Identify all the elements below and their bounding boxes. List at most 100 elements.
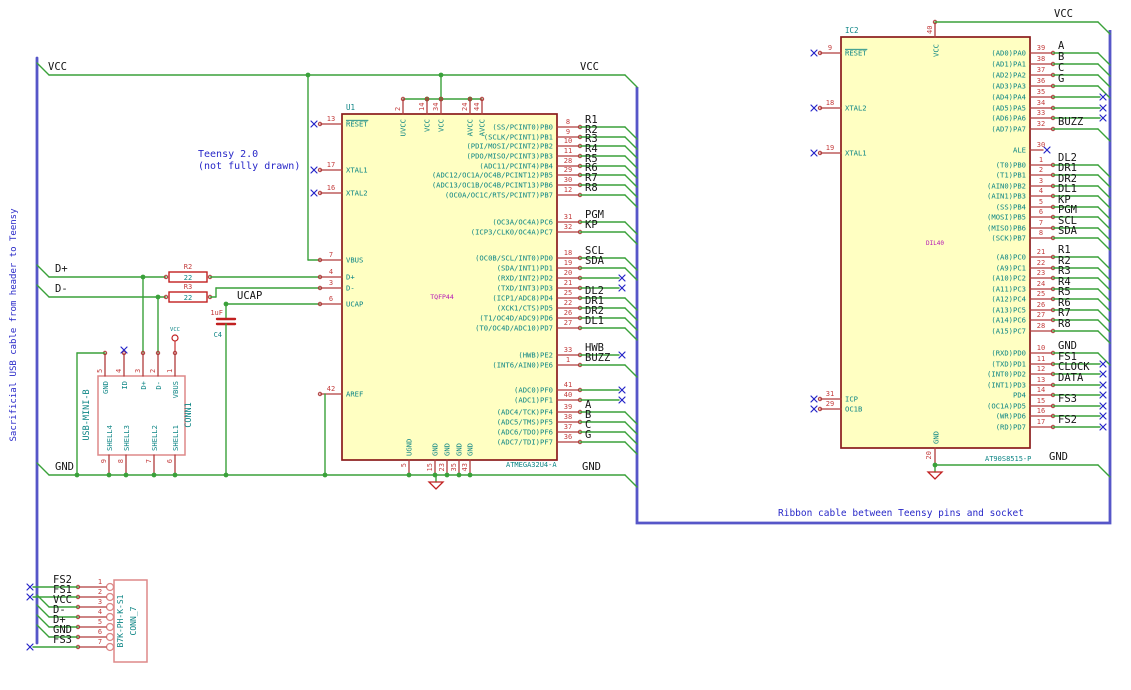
- ic2-pin-number: 19: [826, 144, 834, 152]
- ic2-pin-number: 22: [1037, 259, 1045, 267]
- ic2-pin-number: 4: [1039, 187, 1043, 195]
- net-label-r8: R8: [1058, 318, 1071, 330]
- u1-pin-name: VBUS: [346, 256, 363, 265]
- ic2-pin-number: 3: [1039, 177, 1043, 185]
- u1-pin-name: (SS/PCINT0)PB0: [492, 123, 553, 132]
- ic2-pin-name: (A14)PC6: [991, 316, 1026, 325]
- net-label-gnd: GND: [582, 461, 601, 473]
- ic2-pin-name: OC1B: [845, 405, 862, 414]
- u1-pin-name: (HWB)PE2: [518, 351, 553, 360]
- u1-pin-number: 25: [564, 289, 572, 297]
- u1-pin-name: (RXD/INT2)PD2: [497, 274, 553, 283]
- r3-ref: R3: [184, 283, 192, 291]
- ic2-pin-number: 23: [1037, 269, 1045, 277]
- junction-dot: [467, 472, 473, 478]
- ic2-pin-number: 40: [926, 26, 934, 34]
- junction-dot: [444, 472, 450, 478]
- u1-pin-name: (ADC1)PF1: [514, 396, 553, 405]
- ic2-pin-number: 14: [1037, 386, 1045, 394]
- u1-pin-name: (SDA/INT1)PD1: [497, 264, 553, 273]
- net-label-buzz: BUZZ: [1058, 116, 1083, 128]
- u1-pin-name: UVCC: [399, 119, 408, 136]
- ic2-pin-number: 5: [1039, 198, 1043, 206]
- u1-pin-number: 44: [473, 103, 481, 111]
- u1-pin-number: 6: [329, 295, 333, 303]
- u1-pin-name: (SCLK/PCINT1)PB1: [484, 133, 553, 142]
- ic2-pin-number: 6: [1039, 208, 1043, 216]
- ic2-pin-number: 38: [1037, 55, 1045, 63]
- conn7-ref: CONN_7: [129, 606, 138, 635]
- ic2-pin-name: (INT1)PD3: [987, 381, 1026, 390]
- u1-pin-name: (ADC13/OC1B/OC4B/PCINT13)PB6: [432, 181, 553, 190]
- u1-pin-name: (ADC6/TDO)PF6: [497, 428, 553, 437]
- r2-value: 22: [184, 274, 192, 282]
- net-label-data: DATA: [1058, 372, 1084, 384]
- u1-pin-number: 26: [564, 309, 572, 317]
- ic2-pin-name: (AD7)PA7: [991, 125, 1026, 134]
- ic2-pin-number: 8: [1039, 229, 1043, 237]
- schematic-page: VCC VCC D+ D- R2 22 R3 22 UCAP 1uF C4 VCC USB-MINI-B…: [0, 0, 1131, 690]
- net-label-fs3: FS3: [53, 634, 72, 646]
- ic2-pin-number: 18: [826, 99, 834, 107]
- u1-pin-name: (ADC7/TDI)PF7: [497, 438, 553, 447]
- u1-pin-name: XTAL1: [346, 166, 368, 175]
- u1-pin-name: (OC3A/OC4A)PC6: [492, 218, 553, 227]
- conn7-pin-number: 7: [98, 638, 102, 646]
- u1-pin-name: (T0/OC4D/ADC10)PD7: [475, 324, 553, 333]
- note-teensy: (not fully drawn): [198, 161, 300, 172]
- ic2-pin-number: 12: [1037, 365, 1045, 373]
- u1-pin-name: (OC0A/OC1C/RTS/PCINT7)PB7: [445, 191, 553, 200]
- ic2-pin-number: 21: [1037, 248, 1045, 256]
- u1-pin-number: 8: [566, 118, 570, 126]
- ic2-pin-name: (RXD)PD0: [991, 349, 1026, 358]
- u1-pin-number: 31: [564, 213, 572, 221]
- ic2-pin-number: 16: [1037, 407, 1045, 415]
- ic2-pin-name: RESET: [845, 49, 867, 58]
- con1-pin-name: SHELL1: [171, 425, 180, 451]
- u1-pin-name: (TXD/INT3)PD3: [497, 284, 553, 293]
- ic2-pin-name: (AIN1)PB3: [987, 192, 1026, 201]
- u1-pin-name: (OC0B/SCL/INT0)PD0: [475, 254, 553, 263]
- u1-pin-name: XTAL2: [346, 189, 368, 198]
- u1-pin-number: 9: [566, 128, 570, 136]
- ic2-pin-name: (A11)PC3: [991, 285, 1026, 294]
- conn7-pin-number: 5: [98, 618, 102, 626]
- note-usb-cable: Sacrificial USB cable from header to Tee…: [9, 208, 19, 442]
- ic2-pin-number: 15: [1037, 397, 1045, 405]
- ic2-pin-number: 2: [1039, 166, 1043, 174]
- u1-pin-number: 36: [564, 433, 572, 441]
- net-label-dl1: DL1: [585, 315, 604, 327]
- ic2-pin-name: ALE: [1013, 146, 1026, 155]
- net-label-fs3: FS3: [1058, 393, 1077, 405]
- u1-pin-number: 37: [564, 423, 572, 431]
- net-label-gnd: GND: [55, 461, 74, 473]
- net-label-vcc: VCC: [1054, 8, 1073, 20]
- ic2-pin-number: 31: [826, 390, 834, 398]
- u1-pin-number: 21: [564, 279, 572, 287]
- ic2-pin-name: XTAL2: [845, 104, 867, 113]
- u1-pin-number: 29: [564, 166, 572, 174]
- con1-pin-number: 7: [145, 459, 153, 463]
- ic2-pin-number: 39: [1037, 44, 1045, 52]
- ic2-pin-name: (AD2)PA2: [991, 71, 1026, 80]
- note-teensy: Teensy 2.0: [198, 149, 258, 160]
- ic2-pin-name: (MISO)PB6: [987, 224, 1026, 233]
- conn7-pin-number: 6: [98, 628, 102, 636]
- u1-pin-name: (ADC11/PCINT4)PB4: [479, 162, 553, 171]
- u1-pin-name: UCAP: [346, 300, 363, 309]
- net-label-gnd: GND: [1049, 451, 1068, 463]
- ic2-pin-name: (SCK)PB7: [991, 234, 1026, 243]
- con1-pin-number: 8: [117, 459, 125, 463]
- u1-pin-number: 2: [394, 107, 402, 111]
- r2-ref: R2: [184, 263, 192, 271]
- ic2-pin-number: 17: [1037, 418, 1045, 426]
- u1-pin-name: (ADC0)PF0: [514, 386, 553, 395]
- u1-pin-name: (ADC12/OC1A/OC4B/PCINT12)PB5: [432, 171, 553, 180]
- ic2-pin-number: 25: [1037, 290, 1045, 298]
- u1-pin-number: 32: [564, 223, 572, 231]
- ic2-pin-number: 7: [1039, 219, 1043, 227]
- u1-pin-number: 24: [461, 103, 469, 111]
- ic2-pin-name: (AD3)PA3: [991, 82, 1026, 91]
- ic2-pin-name: (AIN0)PB2: [987, 182, 1026, 191]
- ic2-pin-name: ICP: [845, 395, 858, 404]
